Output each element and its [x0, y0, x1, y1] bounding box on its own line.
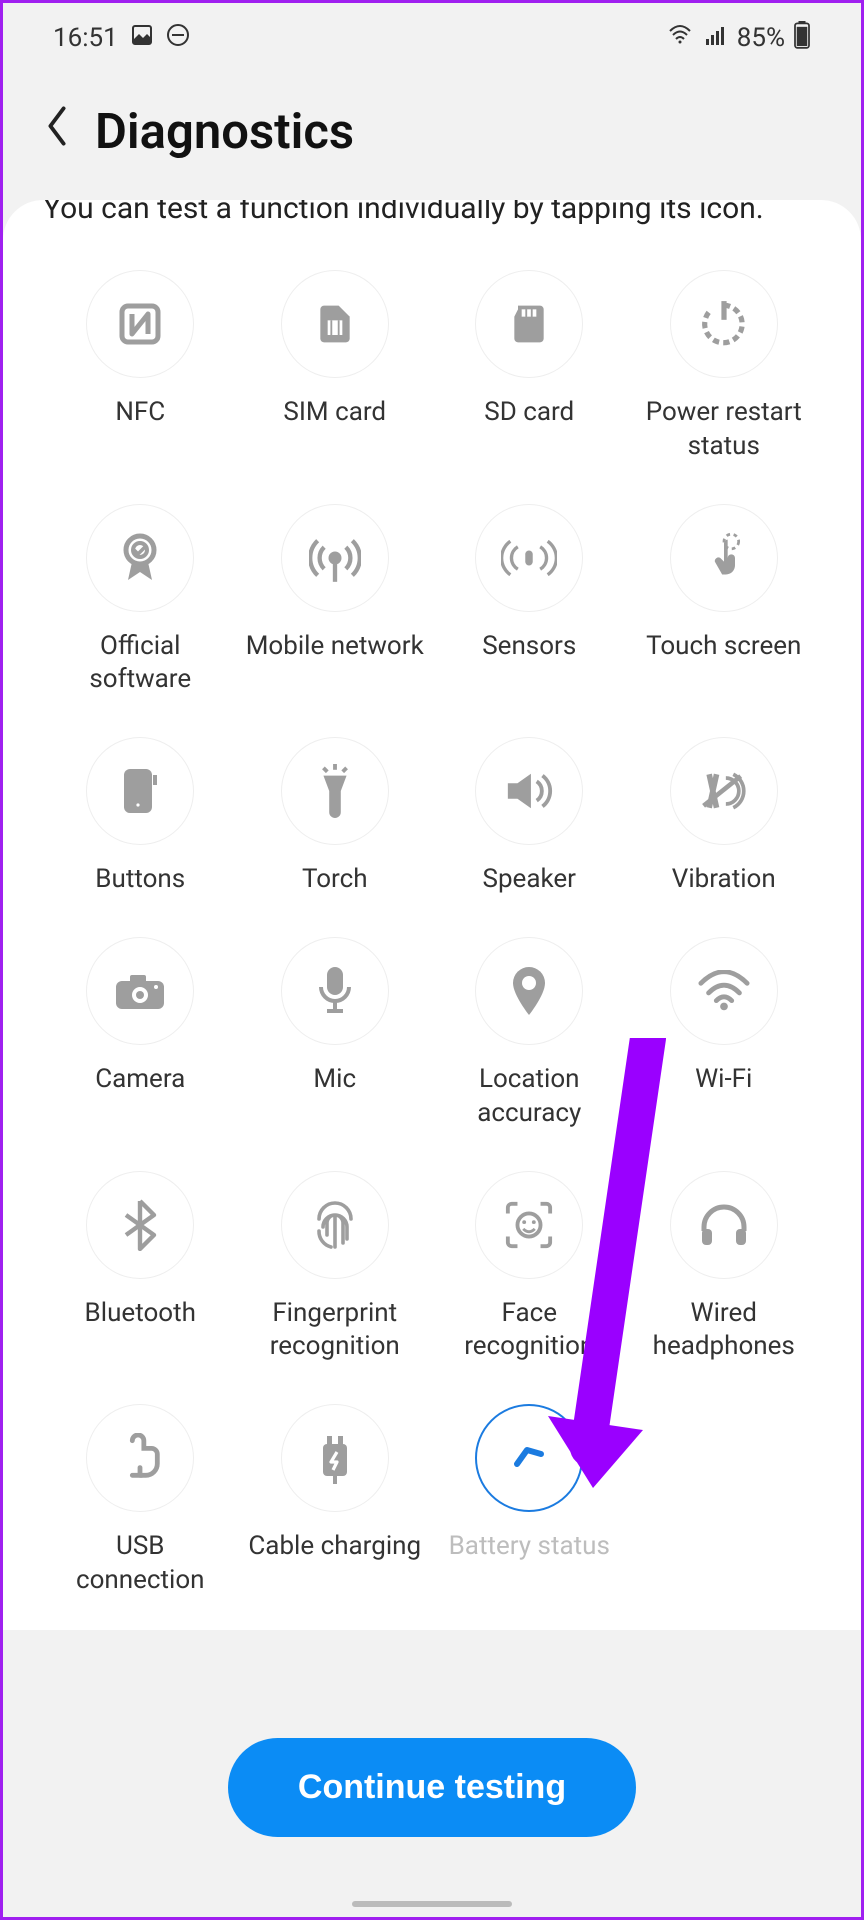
wifi-icon: [670, 937, 778, 1045]
usb-icon: [86, 1404, 194, 1512]
diagnostic-item-label: Sensors: [482, 630, 576, 664]
diagnostic-item-sd-card[interactable]: SD card: [432, 270, 627, 464]
bottom-bar: Continue testing: [3, 1687, 861, 1917]
diagnostic-item-torch[interactable]: Torch: [238, 737, 433, 897]
diagnostic-item-label: Battery status: [449, 1530, 610, 1564]
face-icon: [475, 1171, 583, 1279]
diagnostic-item-label: Official software: [50, 630, 230, 698]
diagnostic-grid: NFC SIM card SD card Power restart status Of…: [43, 270, 821, 1598]
nfc-icon: [86, 270, 194, 378]
diagnostic-item-label: USB connection: [50, 1530, 230, 1598]
speaker-icon: [475, 737, 583, 845]
diagnostic-item-label: Speaker: [483, 863, 577, 897]
diagnostic-item-label: Camera: [95, 1063, 185, 1097]
sim-card-icon: [281, 270, 389, 378]
home-indicator[interactable]: [352, 1901, 512, 1907]
picture-icon: [130, 23, 154, 54]
diagnostic-item-label: SD card: [484, 396, 574, 430]
diagnostic-item-wifi[interactable]: Wi-Fi: [627, 937, 822, 1131]
diagnostic-item-speaker[interactable]: Speaker: [432, 737, 627, 897]
official-software-icon: [86, 504, 194, 612]
diagnostic-item-label: Mic: [313, 1063, 356, 1097]
diagnostic-item-label: Wired headphones: [634, 1297, 814, 1365]
diagnostic-item-label: Touch screen: [646, 630, 801, 664]
diagnostic-item-label: Fingerprint recognition: [245, 1297, 425, 1365]
battery-pct: 85%: [737, 23, 785, 53]
diagnostic-item-touch-screen[interactable]: Touch screen: [627, 504, 822, 698]
diagnostic-item-label: Location accuracy: [439, 1063, 619, 1131]
diagnostic-item-location[interactable]: Location accuracy: [432, 937, 627, 1131]
diagnostic-item-mic[interactable]: Mic: [238, 937, 433, 1131]
status-time: 16:51: [53, 23, 118, 53]
diagnostic-item-face[interactable]: Face recognition: [432, 1171, 627, 1365]
diagnostic-item-sensors[interactable]: Sensors: [432, 504, 627, 698]
mobile-network-icon: [281, 504, 389, 612]
diagnostic-item-label: Cable charging: [248, 1530, 421, 1564]
signal-icon: [703, 23, 729, 54]
diagnostic-item-label: Face recognition: [439, 1297, 619, 1365]
power-restart-icon: [670, 270, 778, 378]
diagnostic-item-label: NFC: [115, 396, 165, 430]
diagnostic-item-fingerprint[interactable]: Fingerprint recognition: [238, 1171, 433, 1365]
touch-screen-icon: [670, 504, 778, 612]
diagnostic-item-headphones[interactable]: Wired headphones: [627, 1171, 822, 1365]
diagnostic-item-label: Power restart status: [634, 396, 814, 464]
continue-testing-button[interactable]: Continue testing: [228, 1738, 636, 1837]
title-bar: Diagnostics: [3, 73, 861, 200]
diagnostic-item-label: Torch: [302, 863, 368, 897]
content-area: You can test a function individually by …: [3, 200, 861, 1630]
back-button[interactable]: [43, 104, 71, 160]
diagnostic-item-label: Buttons: [95, 863, 185, 897]
diagnostic-item-power-restart[interactable]: Power restart status: [627, 270, 822, 464]
diagnostic-item-label: Vibration: [672, 863, 776, 897]
diagnostic-item-official-software[interactable]: Official software: [43, 504, 238, 698]
bluetooth-icon: [86, 1171, 194, 1279]
diagnostic-item-bluetooth[interactable]: Bluetooth: [43, 1171, 238, 1365]
diagnostic-item-battery-status[interactable]: Battery status: [432, 1404, 627, 1598]
mic-icon: [281, 937, 389, 1045]
diagnostic-item-label: Wi-Fi: [695, 1063, 752, 1097]
battery-icon: [793, 21, 811, 56]
diagnostic-item-label: SIM card: [283, 396, 386, 430]
torch-icon: [281, 737, 389, 845]
diagnostic-item-mobile-network[interactable]: Mobile network: [238, 504, 433, 698]
diagnostic-item-label: Mobile network: [246, 630, 424, 664]
diagnostic-item-cable-charging[interactable]: Cable charging: [238, 1404, 433, 1598]
dnd-icon: [166, 23, 190, 54]
fingerprint-icon: [281, 1171, 389, 1279]
diagnostic-item-usb[interactable]: USB connection: [43, 1404, 238, 1598]
location-icon: [475, 937, 583, 1045]
vibration-icon: [670, 737, 778, 845]
status-bar: 16:51 85%: [3, 3, 861, 73]
wifi-status-icon: [665, 23, 695, 54]
diagnostic-item-buttons[interactable]: Buttons: [43, 737, 238, 897]
sd-card-icon: [475, 270, 583, 378]
buttons-icon: [86, 737, 194, 845]
headphones-icon: [670, 1171, 778, 1279]
diagnostic-item-nfc[interactable]: NFC: [43, 270, 238, 464]
battery-status-icon: [475, 1404, 583, 1512]
description-text: You can test a function individually by …: [43, 200, 821, 230]
diagnostic-item-label: Bluetooth: [85, 1297, 196, 1331]
diagnostic-item-sim-card[interactable]: SIM card: [238, 270, 433, 464]
diagnostic-item-vibration[interactable]: Vibration: [627, 737, 822, 897]
cable-charging-icon: [281, 1404, 389, 1512]
diagnostic-item-camera[interactable]: Camera: [43, 937, 238, 1131]
camera-icon: [86, 937, 194, 1045]
page-title: Diagnostics: [95, 103, 354, 160]
sensors-icon: [475, 504, 583, 612]
